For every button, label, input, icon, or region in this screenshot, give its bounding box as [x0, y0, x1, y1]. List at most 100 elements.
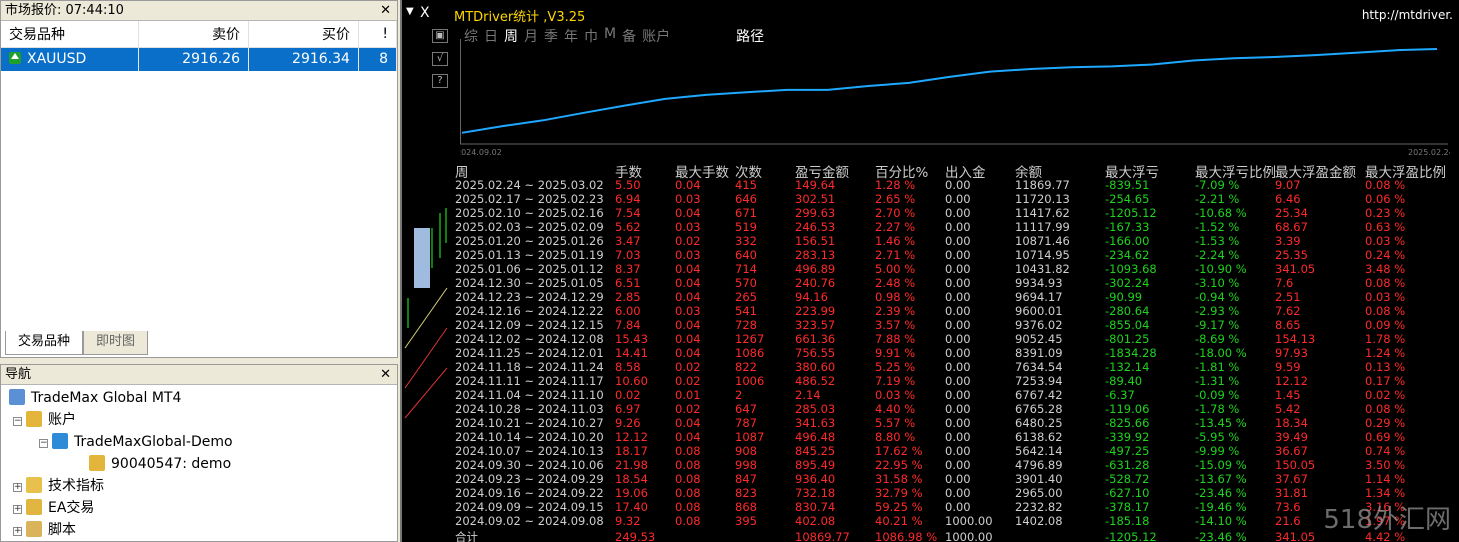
- percent-cell: 8.80 %: [875, 430, 916, 444]
- bid-cell[interactable]: 2916.26: [138, 47, 250, 71]
- max-float-loss-cell: -855.04: [1105, 318, 1150, 332]
- pnl-cell: 496.48: [795, 430, 836, 444]
- y-axis: [460, 39, 461, 144]
- tab-tick-chart[interactable]: 即时图: [83, 331, 149, 355]
- table-row: 2025.02.03 ~ 2025.02.09 5.62 0.03 519 246.53…: [455, 220, 1455, 234]
- header-lots: 手数: [615, 165, 642, 181]
- table-row: 2024.12.30 ~ 2025.01.05 6.51 0.04 570 240.76…: [455, 276, 1455, 290]
- expand-icon[interactable]: +: [13, 505, 22, 514]
- max-float-profit-cell: 5.42: [1275, 402, 1301, 416]
- pnl-cell: 380.60: [795, 360, 836, 374]
- max-float-loss-pct-cell: -1.53 %: [1195, 234, 1240, 248]
- navigator-title: 导航: [5, 367, 32, 382]
- pnl-cell: 496.89: [795, 262, 836, 276]
- balance-cell: 2232.82: [1015, 500, 1063, 514]
- count-cell: 541: [735, 304, 757, 318]
- max-float-loss-cell: -6.37: [1105, 388, 1135, 402]
- deposit-cell: 0.00: [945, 472, 971, 486]
- collapse-icon[interactable]: −: [13, 417, 22, 426]
- lots-cell: 6.97: [615, 402, 641, 416]
- table-row[interactable]: XAUUSD 2916.26 2916.34 8: [1, 47, 398, 71]
- lots-cell: 12.12: [615, 430, 648, 444]
- ea-url[interactable]: http://mtdriver.: [1362, 8, 1453, 22]
- table-row: 2024.09.30 ~ 2024.10.06 21.98 0.08 998 895.4…: [455, 458, 1455, 472]
- column-header-spread[interactable]: !: [358, 21, 398, 48]
- ask-cell[interactable]: 2916.34: [248, 47, 359, 71]
- deposit-cell: 0.00: [945, 402, 971, 416]
- max-float-loss-pct-cell: -13.45 %: [1195, 416, 1247, 430]
- tree-item-ea[interactable]: + EA交易: [13, 497, 94, 519]
- count-cell: 671: [735, 206, 757, 220]
- count-cell: 714: [735, 262, 757, 276]
- tree-item-accounts[interactable]: − 账户: [13, 409, 76, 431]
- candles-area: [404, 208, 448, 419]
- max-lots-cell: 0.04: [675, 416, 701, 430]
- tab-symbols[interactable]: 交易品种: [5, 331, 84, 355]
- max-float-profit-pct-cell: 1.78 %: [1365, 332, 1406, 346]
- max-float-profit-pct-cell: 0.29 %: [1365, 416, 1406, 430]
- max-float-profit-pct-cell: 0.08 %: [1365, 304, 1406, 318]
- deposit-cell: 0.00: [945, 388, 971, 402]
- max-float-loss-pct-cell: -5.95 %: [1195, 430, 1240, 444]
- collapse-icon[interactable]: −: [39, 439, 48, 448]
- percent-cell: 2.27 %: [875, 220, 916, 234]
- balance-cell: 7634.54: [1015, 360, 1063, 374]
- expand-icon[interactable]: +: [13, 527, 22, 536]
- count-cell: 1087: [735, 430, 765, 444]
- max-float-loss-cell: -1205.12: [1105, 206, 1157, 220]
- max-float-loss-pct-cell: -23.46 %: [1195, 486, 1247, 500]
- tree-item-scripts[interactable]: + 脚本: [13, 519, 76, 541]
- ma-line: [404, 367, 448, 419]
- watermark: 518外汇网: [1323, 505, 1451, 535]
- chart-menu-icon[interactable]: ▼: [406, 6, 414, 17]
- week-cell: 2025.01.20 ~ 2025.01.26: [455, 234, 604, 248]
- stats-panel: 综 日 周 月 季 年 巾 M 备 账户 路径 2024.09.02 2025.…: [450, 26, 1459, 542]
- balance-cell: 5642.14: [1015, 444, 1063, 458]
- chart-window[interactable]: ▼ X MTDriver统计 ,V3.25 http://mtdriver. ▣…: [400, 0, 1459, 542]
- percent-cell: 5.00 %: [875, 262, 916, 276]
- max-lots-cell: 0.03: [675, 304, 701, 318]
- tree-item-server[interactable]: − TradeMaxGlobal-Demo: [39, 431, 233, 453]
- percent-cell: 2.70 %: [875, 206, 916, 220]
- close-icon[interactable]: ✕: [380, 1, 391, 21]
- tree-item-root[interactable]: TradeMax Global MT4: [9, 387, 181, 409]
- symbol-cell[interactable]: XAUUSD: [1, 47, 140, 71]
- max-float-profit-cell: 12.12: [1275, 374, 1308, 388]
- max-float-loss-pct-cell: -1.52 %: [1195, 220, 1240, 234]
- tree-item-account[interactable]: 90040547: demo: [89, 453, 231, 475]
- count-cell: 415: [735, 178, 757, 192]
- tree-item-indicators[interactable]: + 技术指标: [13, 475, 104, 497]
- column-header-symbol[interactable]: 交易品种: [1, 21, 140, 48]
- close-icon[interactable]: ✕: [380, 365, 391, 385]
- percent-cell: 31.58 %: [875, 472, 923, 486]
- pnl-cell: 302.51: [795, 192, 836, 206]
- max-lots-cell: 0.04: [675, 290, 701, 304]
- lots-cell: 7.84: [615, 318, 641, 332]
- pnl-cell: 246.53: [795, 220, 836, 234]
- percent-cell: 5.25 %: [875, 360, 916, 374]
- max-float-profit-cell: 341.05: [1275, 262, 1316, 276]
- lots-cell: 5.62: [615, 220, 641, 234]
- pnl-cell: 156.51: [795, 234, 836, 248]
- max-float-loss-pct-cell: -1.78 %: [1195, 402, 1240, 416]
- max-lots-cell: 0.08: [675, 514, 701, 528]
- table-row: 2024.09.23 ~ 2024.09.29 18.54 0.08 847 936.4…: [455, 472, 1455, 486]
- column-header-ask[interactable]: 买价: [248, 21, 359, 48]
- column-header-bid[interactable]: 卖价: [138, 21, 250, 48]
- max-float-profit-cell: 7.62: [1275, 304, 1301, 318]
- check-icon[interactable]: √: [432, 52, 448, 66]
- max-float-profit-pct-cell: 0.23 %: [1365, 206, 1406, 220]
- balance-cell: 11720.13: [1015, 192, 1070, 206]
- table-row: 2024.11.04 ~ 2024.11.10 0.02 0.01 2 2.14 0.03…: [455, 388, 1455, 402]
- max-float-profit-cell: 8.65: [1275, 318, 1301, 332]
- week-cell: 2024.09.30 ~ 2024.10.06: [455, 458, 604, 472]
- help-icon[interactable]: ?: [432, 74, 448, 88]
- spread-cell[interactable]: 8: [358, 47, 398, 71]
- script-icon: [26, 521, 42, 537]
- max-float-loss-pct-cell: -18.00 %: [1195, 346, 1247, 360]
- max-lots-cell: 0.01: [675, 388, 701, 402]
- table-row: 2024.12.16 ~ 2024.12.22 6.00 0.03 541 223.99…: [455, 304, 1455, 318]
- pnl-cell: 661.36: [795, 332, 836, 346]
- screenshot-icon[interactable]: ▣: [432, 29, 448, 43]
- expand-icon[interactable]: +: [13, 483, 22, 492]
